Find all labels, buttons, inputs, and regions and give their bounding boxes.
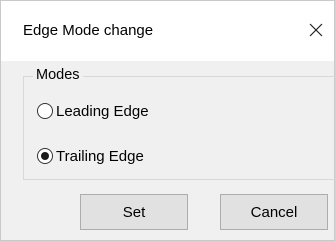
modes-groupbox: Modes Leading Edge Trailing Edge: [23, 67, 335, 180]
dialog-body: Modes Leading Edge Trailing Edge Set Can…: [1, 61, 335, 240]
dialog-title: Edge Mode change: [23, 22, 154, 39]
radio-dot: [41, 152, 49, 160]
title-bar: Edge Mode change: [1, 1, 334, 61]
radio-label-trailing-edge[interactable]: Trailing Edge: [56, 148, 144, 165]
cancel-button[interactable]: Cancel: [220, 194, 328, 230]
radio-button-checked[interactable]: [37, 148, 53, 164]
radio-button-unchecked[interactable]: [37, 103, 53, 119]
edge-mode-dialog: Edge Mode change Modes Leading Edge Trai…: [0, 0, 335, 241]
close-icon: [309, 23, 323, 37]
radio-trailing-edge[interactable]: Trailing Edge: [37, 145, 144, 167]
radio-leading-edge[interactable]: Leading Edge: [37, 100, 149, 122]
radio-label-leading-edge[interactable]: Leading Edge: [56, 103, 149, 120]
close-button[interactable]: [301, 15, 331, 45]
modes-group-label: Modes: [33, 67, 83, 83]
set-button[interactable]: Set: [80, 194, 188, 230]
